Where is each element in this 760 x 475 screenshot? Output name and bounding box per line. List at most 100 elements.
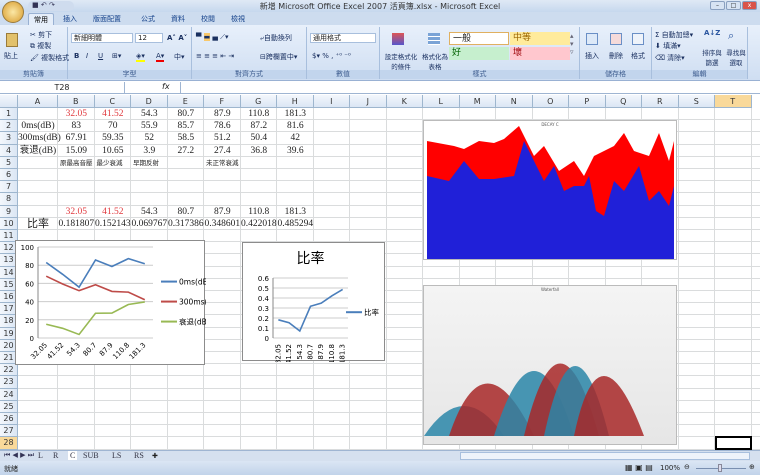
view-buttons[interactable]: ▦ ▣ ▤ xyxy=(625,463,653,472)
zoom-out-button[interactable]: ⊖ xyxy=(684,463,690,471)
find-select-button[interactable]: 尋找與選取 xyxy=(724,47,748,67)
cell-D3[interactable]: 52 xyxy=(131,132,168,144)
cell-C2[interactable]: 70 xyxy=(95,120,132,132)
italic-button[interactable]: I xyxy=(86,52,88,60)
insert-sheet-icon[interactable]: ✚ xyxy=(152,452,158,460)
column-header-Q[interactable]: Q xyxy=(605,95,642,108)
fill-button[interactable]: ⬇ 填滿▾ xyxy=(655,41,681,51)
waterfall-plot-image[interactable]: Waterfall xyxy=(423,285,677,445)
cell-D2[interactable]: 55.9 xyxy=(131,120,168,132)
tab-5[interactable]: 校閱 xyxy=(196,13,220,25)
sort-filter-button[interactable]: 排序與篩選 xyxy=(700,47,724,67)
tab-3[interactable]: 公式 xyxy=(136,13,160,25)
fill-color-button[interactable]: ◈▾ xyxy=(136,52,145,62)
style-neutral[interactable]: 中等 xyxy=(510,32,570,45)
row-header-10[interactable]: 10 xyxy=(0,217,18,230)
cell-B3[interactable]: 67.91 xyxy=(58,132,95,144)
zoom-slider-thumb[interactable] xyxy=(718,464,722,472)
column-header-N[interactable]: N xyxy=(496,95,533,108)
horizontal-align-buttons[interactable]: ≡ ≡ ≡ ⇤ ⇥ xyxy=(196,52,234,60)
row-header-23[interactable]: 23 xyxy=(0,376,18,389)
cell-A4[interactable]: 衰退(dB) xyxy=(18,145,58,157)
format-cells-button[interactable]: 格式 xyxy=(631,51,645,61)
row-header-8[interactable]: 8 xyxy=(0,193,18,206)
cell-D4[interactable]: 3.9 xyxy=(131,145,168,157)
tab-1[interactable]: 插入 xyxy=(58,13,82,25)
cell-G1[interactable]: 110.8 xyxy=(241,108,278,120)
office-button[interactable] xyxy=(2,1,24,23)
row-header-28[interactable]: 28 xyxy=(0,437,18,450)
cell-H3[interactable]: 42 xyxy=(277,132,314,144)
column-header-I[interactable]: I xyxy=(313,95,350,108)
font-name-select[interactable]: 新細明體 xyxy=(71,33,133,43)
maximize-button[interactable]: □ xyxy=(726,1,741,10)
cell-F1[interactable]: 87.9 xyxy=(204,108,241,120)
column-header-B[interactable]: B xyxy=(58,95,95,108)
tab-0[interactable]: 常用 xyxy=(28,13,54,25)
cell-C4[interactable]: 10.65 xyxy=(95,145,132,157)
sheet-tab-LS[interactable]: LS xyxy=(112,451,121,460)
cell-D5[interactable]: 早期反射 xyxy=(133,157,159,169)
vertical-align-buttons[interactable]: ▀ ▬ ▄ ⟋▾ xyxy=(196,33,228,42)
bold-button[interactable]: B xyxy=(74,52,79,60)
cell-E4[interactable]: 27.2 xyxy=(168,145,205,157)
cell-D9[interactable]: 54.3 xyxy=(131,206,168,218)
row-header-25[interactable]: 25 xyxy=(0,400,18,413)
cell-E10[interactable]: 0.317386 xyxy=(168,218,205,230)
cell-B4[interactable]: 15.09 xyxy=(58,145,95,157)
styles-scroll[interactable]: ▴ ▾ ▿ xyxy=(570,32,574,56)
series-line-1[interactable] xyxy=(45,275,146,301)
cell-A10[interactable]: 比率 xyxy=(18,218,58,230)
name-box[interactable]: T28 xyxy=(0,82,125,94)
cell-G9[interactable]: 110.8 xyxy=(241,206,278,218)
redo-icon[interactable]: ↷ xyxy=(49,1,55,9)
paste-button[interactable]: 貼上 xyxy=(4,51,18,61)
cell-H9[interactable]: 181.3 xyxy=(277,206,314,218)
sheet-nav-buttons[interactable]: ⏮ ◀ ▶ ⏭ xyxy=(4,451,34,460)
cell-C10[interactable]: 0.152143 xyxy=(95,218,132,230)
number-format-select[interactable]: 通用格式 xyxy=(310,33,376,43)
cell-B5[interactable]: 原最高音壓 xyxy=(60,157,93,169)
row-header-3[interactable]: 3 xyxy=(0,132,18,145)
tab-2[interactable]: 版面配置 xyxy=(88,13,126,25)
column-header-R[interactable]: R xyxy=(642,95,679,108)
row-header-27[interactable]: 27 xyxy=(0,425,18,438)
style-good[interactable]: 好 xyxy=(449,47,509,60)
row-header-4[interactable]: 4 xyxy=(0,144,18,157)
save-icon[interactable]: ■ xyxy=(32,1,39,9)
active-cell-T28[interactable] xyxy=(715,436,752,450)
select-all-corner[interactable] xyxy=(0,95,18,108)
cell-H10[interactable]: 0.485294 xyxy=(277,218,314,230)
row-header-1[interactable]: 1 xyxy=(0,108,18,121)
cell-G10[interactable]: 0.422018 xyxy=(241,218,278,230)
cell-D10[interactable]: 0.069767 xyxy=(131,218,168,230)
cell-C5[interactable]: 最少衰減 xyxy=(97,157,123,169)
column-header-M[interactable]: M xyxy=(459,95,496,108)
line-chart-2[interactable]: 比率 0 0.1 0.2 0.3 0.4 0.5 0.6 32.05 41.52 54.3 80.7 8… xyxy=(242,242,385,364)
line-chart-1[interactable]: 0 20 40 60 80 100 32.05 41.52 54.3 80.7 87.9 110.8 1… xyxy=(15,240,220,365)
cell-F9[interactable]: 87.9 xyxy=(204,206,241,218)
cell-G4[interactable]: 36.8 xyxy=(241,145,278,157)
insert-cells-button[interactable]: 插入 xyxy=(585,51,599,61)
cell-F4[interactable]: 27.4 xyxy=(204,145,241,157)
close-button[interactable]: x xyxy=(742,1,757,10)
minimize-button[interactable]: – xyxy=(710,1,725,10)
cell-G3[interactable]: 50.4 xyxy=(241,132,278,144)
font-color-button[interactable]: A▾ xyxy=(156,52,165,62)
tab-4[interactable]: 資料 xyxy=(166,13,190,25)
cell-F5[interactable]: 未正常衰減 xyxy=(206,157,239,169)
column-header-H[interactable]: H xyxy=(277,95,314,108)
row-header-5[interactable]: 5 xyxy=(0,156,18,169)
cell-F2[interactable]: 78.6 xyxy=(204,120,241,132)
style-normal[interactable]: 一般 xyxy=(449,32,509,45)
cell-F10[interactable]: 0.348601 xyxy=(204,218,241,230)
cell-E9[interactable]: 80.7 xyxy=(168,206,205,218)
zoom-in-button[interactable]: ⊕ xyxy=(749,463,755,471)
clear-button[interactable]: ⌫ 清除▾ xyxy=(655,53,685,63)
cell-E2[interactable]: 85.7 xyxy=(168,120,205,132)
cell-B2[interactable]: 83 xyxy=(58,120,95,132)
cell-C1[interactable]: 41.52 xyxy=(95,108,132,120)
row-header-26[interactable]: 26 xyxy=(0,413,18,426)
grow-font-button[interactable]: A˄ A˅ xyxy=(167,34,187,42)
format-as-table-button[interactable]: 格式化為表格 xyxy=(420,51,450,71)
